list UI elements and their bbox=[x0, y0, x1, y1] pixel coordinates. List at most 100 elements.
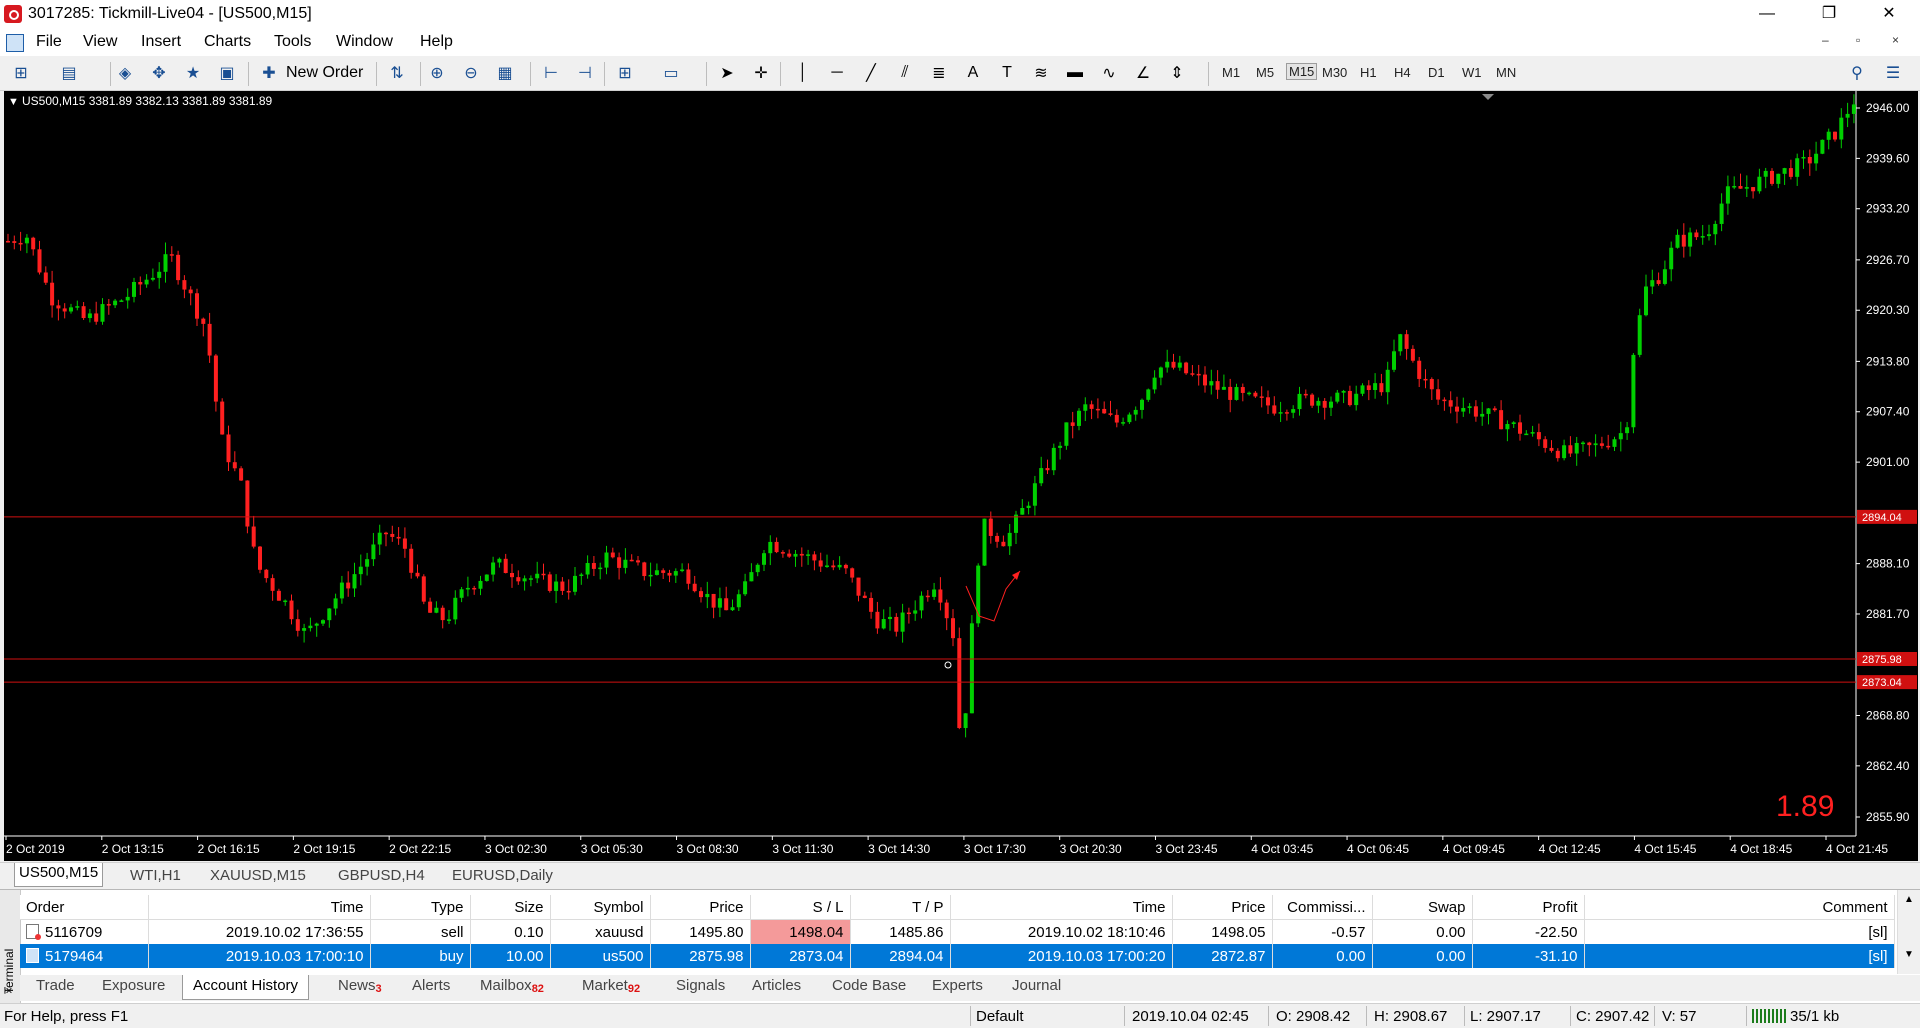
col-profit[interactable]: Profit bbox=[1472, 895, 1585, 920]
terminal-icon[interactable]: ▣ bbox=[216, 62, 238, 84]
col-tp[interactable]: T / P bbox=[850, 895, 951, 920]
chart-collapse-icon: ▼ bbox=[8, 96, 19, 108]
fibonacci-icon[interactable]: ≣ bbox=[928, 62, 950, 84]
timeframe-d1[interactable]: D1 bbox=[1428, 65, 1445, 80]
search-icon[interactable]: ⚲ bbox=[1846, 62, 1868, 84]
fibo-fan-icon[interactable]: ≋ bbox=[1030, 62, 1052, 84]
tab-signals[interactable]: Signals bbox=[676, 977, 725, 994]
indicators-icon[interactable]: ⊞ bbox=[614, 62, 636, 84]
mdi-close-button[interactable]: × bbox=[1892, 33, 1899, 47]
mdi-restore-button[interactable]: ▫ bbox=[1856, 33, 1860, 47]
tile-windows-icon[interactable]: ▦ bbox=[494, 62, 516, 84]
menu-window[interactable]: Window bbox=[336, 33, 393, 51]
tab-mailbox[interactable]: Mailbox82 bbox=[480, 977, 544, 995]
timeframe-m15[interactable]: M15 bbox=[1286, 63, 1318, 80]
tab-exposure[interactable]: Exposure bbox=[102, 977, 165, 994]
zoom-in-icon[interactable]: ⊕ bbox=[426, 62, 448, 84]
vertical-line-icon[interactable]: │ bbox=[792, 62, 814, 84]
new-chart-icon[interactable]: ⊞ bbox=[10, 62, 32, 84]
tab-label: Code Base bbox=[832, 977, 907, 994]
tab-code-base[interactable]: Code Base bbox=[832, 977, 906, 994]
price-chart[interactable]: 2894.04 2875.98 2873.04 2946.00 2939.60 2933.… bbox=[4, 91, 1918, 861]
timeframe-mn[interactable]: MN bbox=[1496, 65, 1516, 80]
chart-shift-icon[interactable]: ⊢ bbox=[540, 62, 562, 84]
text-label-icon[interactable]: T bbox=[996, 62, 1018, 84]
tab-trade[interactable]: Trade bbox=[36, 977, 75, 994]
favorites-icon[interactable]: ★ bbox=[182, 62, 204, 84]
candle-down bbox=[195, 293, 199, 319]
chart-tab-us500[interactable]: US500,M15 bbox=[14, 863, 104, 887]
news-badge: 3 bbox=[375, 983, 382, 995]
channel-icon[interactable]: ⫽ bbox=[894, 62, 916, 84]
tab-alerts[interactable]: Alerts bbox=[412, 977, 450, 994]
tab-account-history[interactable]: Account History bbox=[182, 975, 310, 1000]
col-swap[interactable]: Swap bbox=[1372, 895, 1473, 920]
col-close-price[interactable]: Price bbox=[1172, 895, 1273, 920]
chart-canvas[interactable]: 2894.04 2875.98 2873.04 2946.00 2939.60 2933.… bbox=[4, 91, 1918, 861]
col-type[interactable]: Type bbox=[370, 895, 471, 920]
text-icon[interactable]: A bbox=[962, 62, 984, 84]
chart-tab-gbpusd[interactable]: GBPUSD,H4 bbox=[334, 866, 429, 886]
scroll-up-icon[interactable]: ▲ bbox=[1898, 894, 1920, 905]
candle-up bbox=[1637, 315, 1642, 355]
toolbar-separator bbox=[530, 62, 531, 86]
col-comment[interactable]: Comment bbox=[1584, 895, 1895, 920]
zoom-out-icon[interactable]: ⊖ bbox=[460, 62, 482, 84]
col-time[interactable]: Time bbox=[148, 895, 371, 920]
table-row[interactable]: 5179464 2019.10.03 17:00:10 buy 10.00 us… bbox=[20, 944, 1895, 968]
scroll-down-icon[interactable]: ▼ bbox=[1898, 949, 1920, 960]
tab-experts[interactable]: Experts bbox=[932, 977, 983, 994]
tab-journal[interactable]: Journal bbox=[1012, 977, 1061, 994]
profiles-icon[interactable]: ▤ bbox=[58, 62, 80, 84]
close-button[interactable]: ✕ bbox=[1866, 0, 1912, 30]
rectangle-icon[interactable]: ▬ bbox=[1064, 62, 1086, 84]
timeframe-h1[interactable]: H1 bbox=[1360, 65, 1377, 80]
menu-file[interactable]: File bbox=[36, 33, 62, 51]
chart-tab-eurusd[interactable]: EURUSD,Daily bbox=[448, 866, 557, 886]
market-watch-icon[interactable]: ◈ bbox=[114, 62, 136, 84]
cursor-icon[interactable]: ➤ bbox=[716, 62, 738, 84]
angle-icon[interactable]: ∠ bbox=[1132, 62, 1154, 84]
navigator-icon[interactable]: ✥ bbox=[148, 62, 170, 84]
terminal-scrollbar[interactable]: ▲ ▼ bbox=[1897, 890, 1920, 974]
table-row[interactable]: 5116709 2019.10.02 17:36:55 sell 0.10 xa… bbox=[20, 919, 1895, 944]
timeframe-m5[interactable]: M5 bbox=[1256, 65, 1274, 80]
elliott-wave-icon[interactable]: ∿ bbox=[1098, 62, 1120, 84]
horizontal-line-icon[interactable]: ─ bbox=[826, 62, 848, 84]
chart-tab-xauusd[interactable]: XAUUSD,M15 bbox=[206, 866, 310, 886]
menu-view[interactable]: View bbox=[83, 33, 117, 51]
arrows-icon[interactable]: ⇕ bbox=[1166, 62, 1188, 84]
mdi-minimize-button[interactable]: – bbox=[1822, 33, 1829, 47]
chart-window-icon[interactable] bbox=[6, 34, 24, 52]
col-symbol[interactable]: Symbol bbox=[550, 895, 651, 920]
minimize-button[interactable]: — bbox=[1744, 0, 1790, 30]
crosshair-icon[interactable]: ✛ bbox=[750, 62, 772, 84]
col-size[interactable]: Size bbox=[470, 895, 551, 920]
menu-insert[interactable]: Insert bbox=[141, 33, 181, 51]
col-sl[interactable]: S / L bbox=[750, 895, 851, 920]
tab-articles[interactable]: Articles bbox=[752, 977, 801, 994]
new-order-button[interactable]: New Order bbox=[286, 64, 363, 82]
col-commission[interactable]: Commissi... bbox=[1272, 895, 1373, 920]
commission-cell: -0.57 bbox=[1272, 919, 1373, 944]
autoscroll-icon[interactable]: ⊣ bbox=[574, 62, 596, 84]
autotrading-icon[interactable]: ⇅ bbox=[386, 62, 408, 84]
col-order[interactable]: Order bbox=[20, 895, 149, 920]
chat-icon[interactable]: ☰ bbox=[1882, 62, 1904, 84]
chart-tab-wti[interactable]: WTI,H1 bbox=[126, 866, 185, 886]
timeframe-h4[interactable]: H4 bbox=[1394, 65, 1411, 80]
restore-button[interactable]: ❐ bbox=[1806, 0, 1852, 30]
col-price[interactable]: Price bbox=[650, 895, 751, 920]
timeframe-w1[interactable]: W1 bbox=[1462, 65, 1482, 80]
col-close-time[interactable]: Time bbox=[950, 895, 1173, 920]
trendline-icon[interactable]: ╱ bbox=[860, 62, 882, 84]
timeframe-m30[interactable]: M30 bbox=[1322, 65, 1347, 80]
menu-help[interactable]: Help bbox=[420, 33, 453, 51]
tab-market[interactable]: Market92 bbox=[582, 977, 640, 995]
timeframe-m1[interactable]: M1 bbox=[1222, 65, 1240, 80]
new-order-icon[interactable]: ✚ bbox=[258, 62, 280, 84]
menu-tools[interactable]: Tools bbox=[274, 33, 311, 51]
tab-news[interactable]: News3 bbox=[338, 977, 382, 995]
menu-charts[interactable]: Charts bbox=[204, 33, 251, 51]
templates-icon[interactable]: ▭ bbox=[660, 62, 682, 84]
